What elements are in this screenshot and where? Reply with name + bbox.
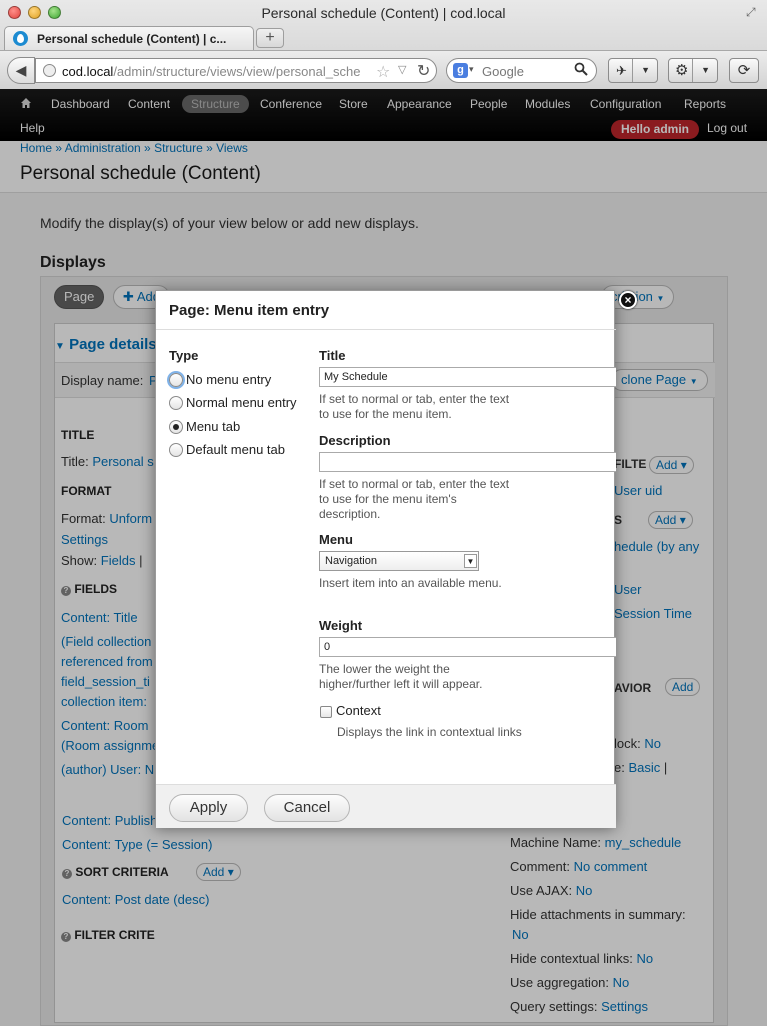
sync-button[interactable]: ⟳ xyxy=(729,58,759,83)
title-field-label: Title xyxy=(319,348,346,363)
weight-help-text: The lower the weight the higher/further … xyxy=(319,662,483,691)
apply-button[interactable]: Apply xyxy=(169,794,248,822)
context-help-text: Displays the link in contextual links xyxy=(337,725,522,739)
chevron-down-icon: ▼ xyxy=(701,65,710,75)
split-divider xyxy=(632,59,633,82)
search-bar[interactable]: g ▾ Google xyxy=(446,58,597,83)
new-tab-button[interactable]: + xyxy=(256,28,284,48)
addon-menu-button[interactable]: ✈ ▼ xyxy=(608,58,658,83)
google-engine-icon[interactable]: g xyxy=(453,63,468,78)
addon-icon: ✈ xyxy=(616,63,627,78)
url-path: /admin/structure/views/view/personal_sch… xyxy=(113,64,361,79)
radio-button[interactable] xyxy=(169,443,183,457)
engine-dropdown-icon[interactable]: ▾ xyxy=(469,64,474,75)
back-arrow-icon: ◀ xyxy=(15,62,27,78)
radio-label: Normal menu entry xyxy=(186,395,297,410)
type-label: Type xyxy=(169,348,199,363)
dialog-body: Type No menu entry Normal menu entry Men… xyxy=(156,329,616,784)
context-checkbox[interactable] xyxy=(320,706,332,718)
menu-item-dialog: Page: Menu item entry Type No menu entry… xyxy=(155,290,616,828)
window-title: Personal schedule (Content) | cod.local xyxy=(261,5,506,21)
address-url[interactable]: cod.local/admin/structure/views/view/per… xyxy=(62,64,372,79)
menu-select-value: Navigation xyxy=(325,555,377,567)
gear-icon: ⚙ xyxy=(675,62,689,79)
radio-menu-tab[interactable]: Menu tab xyxy=(169,419,240,437)
browser-chrome: Personal schedule (Content) | cod.local … xyxy=(0,0,767,89)
context-label: Context xyxy=(336,703,381,718)
history-dropdown-icon[interactable]: ▽ xyxy=(398,63,406,76)
tab-title: Personal schedule (Content) | c... xyxy=(37,32,227,46)
weight-field[interactable] xyxy=(319,637,616,657)
dialog-title: Page: Menu item entry xyxy=(169,302,330,319)
url-host: cod.local xyxy=(62,64,114,79)
radio-default-menu-tab[interactable]: Default menu tab xyxy=(169,442,285,460)
weight-field-label: Weight xyxy=(319,618,363,633)
radio-button[interactable] xyxy=(169,396,183,410)
search-icon[interactable] xyxy=(574,62,588,79)
search-input[interactable]: Google xyxy=(482,64,524,79)
description-field[interactable] xyxy=(319,452,616,472)
settings-menu-button[interactable]: ⚙ ▼ xyxy=(668,58,718,83)
window-titlebar: Personal schedule (Content) | cod.local … xyxy=(0,0,767,26)
sync-icon: ⟳ xyxy=(737,62,751,79)
menu-field-label: Menu xyxy=(319,532,353,547)
site-identity-icon[interactable] xyxy=(43,64,56,77)
cancel-button[interactable]: Cancel xyxy=(264,794,350,822)
title-help-text: If set to normal or tab, enter the text … xyxy=(319,392,510,421)
address-bar[interactable]: cod.local/admin/structure/views/view/per… xyxy=(35,58,437,83)
close-icon[interactable]: × xyxy=(619,291,637,309)
radio-label: Default menu tab xyxy=(186,442,286,457)
menu-select[interactable]: Navigation ▼ xyxy=(319,551,479,571)
description-help-text: If set to normal or tab, enter the text … xyxy=(319,477,510,521)
back-button[interactable]: ◀ xyxy=(7,57,35,84)
browser-tab[interactable]: Personal schedule (Content) | c... xyxy=(4,26,254,50)
menu-help-text: Insert item into an available menu. xyxy=(319,576,502,590)
radio-label: No menu entry xyxy=(186,372,272,387)
radio-label: Menu tab xyxy=(186,419,241,434)
description-field-label: Description xyxy=(319,433,391,448)
navigation-toolbar: ◀ cod.local/admin/structure/views/view/p… xyxy=(0,50,767,89)
radio-button[interactable] xyxy=(169,420,183,434)
reload-icon[interactable]: ↻ xyxy=(417,61,430,81)
fullscreen-icon[interactable]: ⤢ xyxy=(746,6,759,19)
radio-button[interactable] xyxy=(169,373,183,387)
chevron-down-icon: ▼ xyxy=(464,554,477,568)
chevron-down-icon: ▼ xyxy=(641,65,650,75)
split-divider xyxy=(692,59,693,82)
bookmark-star-icon[interactable]: ☆ xyxy=(376,62,390,82)
title-field[interactable] xyxy=(319,367,616,387)
dialog-footer: Apply Cancel xyxy=(156,784,616,828)
drupal-favicon-icon xyxy=(13,31,28,46)
radio-normal-menu-entry[interactable]: Normal menu entry xyxy=(169,395,297,413)
radio-no-menu-entry[interactable]: No menu entry xyxy=(169,372,271,390)
